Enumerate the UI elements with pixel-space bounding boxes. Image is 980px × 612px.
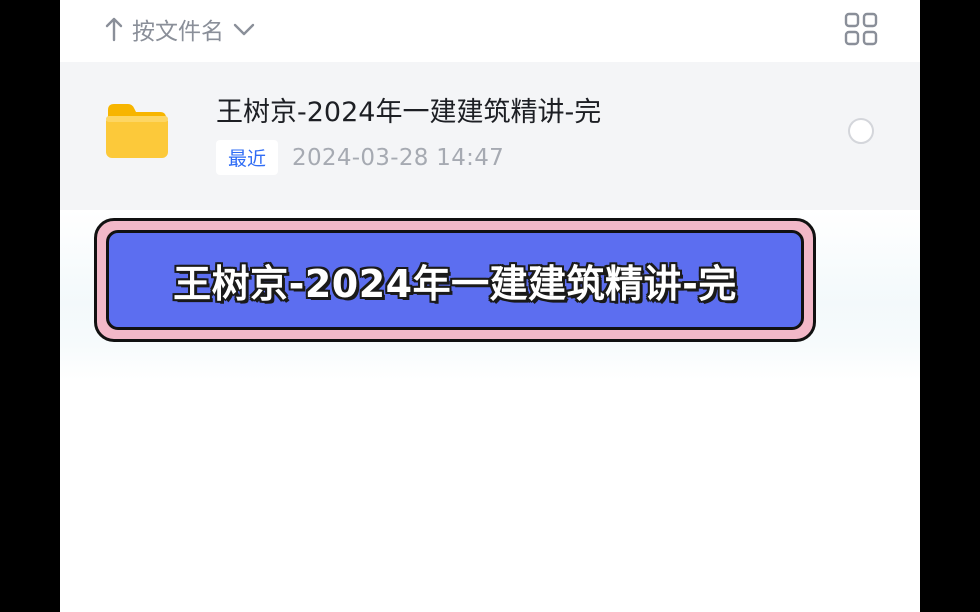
arrow-up-icon — [104, 16, 124, 42]
file-meta: 最近 2024-03-28 14:47 — [216, 140, 504, 175]
file-name: 王树京-2024年一建建筑精讲-完 — [216, 97, 602, 128]
folder-icon — [104, 100, 170, 160]
select-checkbox[interactable] — [848, 118, 874, 144]
title-banner-inner: 王树京-2024年一建建筑精讲-完 — [106, 230, 804, 330]
grid-view-icon — [844, 12, 878, 50]
sort-toolbar: 按文件名 — [60, 0, 920, 60]
sort-by-name-button[interactable]: 按文件名 — [104, 10, 256, 48]
file-date: 2024-03-28 14:47 — [292, 144, 505, 171]
banner-title: 王树京-2024年一建建筑精讲-完 — [173, 261, 737, 306]
title-banner: 王树京-2024年一建建筑精讲-完 — [94, 218, 816, 342]
recent-badge: 最近 — [216, 140, 279, 175]
sort-label: 按文件名 — [132, 19, 224, 45]
grid-view-toggle[interactable] — [844, 12, 878, 46]
chevron-down-icon — [232, 21, 256, 37]
file-browser-screen: 按文件名 王树京-2024年一建建筑精讲-完 最近 2024-03-28 14:… — [60, 0, 920, 612]
file-list-item[interactable]: 王树京-2024年一建建筑精讲-完 最近 2024-03-28 14:47 — [60, 62, 920, 210]
